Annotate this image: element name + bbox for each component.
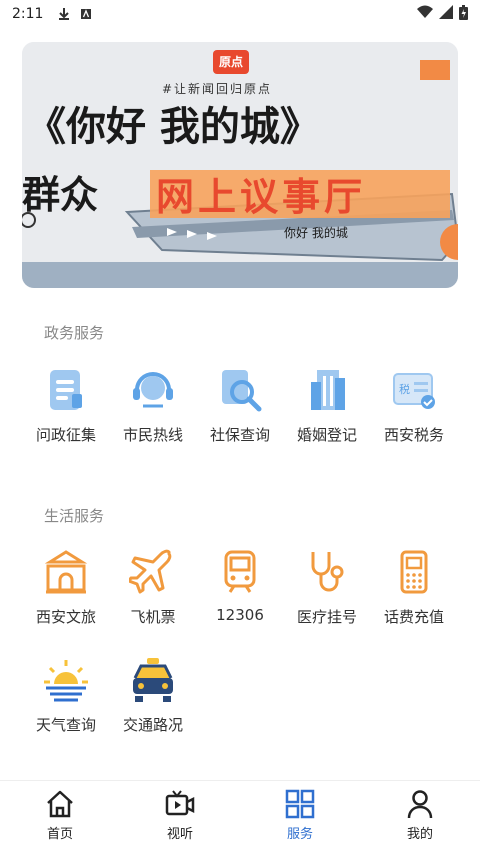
- service-label: 医疗挂号: [296, 608, 357, 626]
- service-label: 12306: [216, 606, 264, 624]
- document-icon: [50, 370, 82, 410]
- promo-banner[interactable]: 原点 #让新闻回归原点 《你好 我的城》 群众 网上议事厅 你好 我的城: [22, 42, 458, 288]
- service-social-security[interactable]: 社保查询: [196, 366, 284, 445]
- user-icon: [407, 790, 433, 819]
- phone-icon: [400, 550, 428, 594]
- svg-text:税: 税: [399, 382, 410, 396]
- battery-icon: [459, 4, 468, 24]
- service-label: 问政征集: [35, 426, 96, 444]
- service-marriage[interactable]: 婚姻登记: [283, 366, 371, 445]
- wifi-icon: [417, 5, 433, 23]
- tab-media[interactable]: 视听: [120, 781, 240, 853]
- banner-highlight: 网上议事厅: [156, 175, 367, 219]
- city-gate-icon: [44, 550, 88, 594]
- tab-label: 服务: [286, 827, 313, 842]
- building-icon: [311, 370, 345, 410]
- service-label: 天气查询: [35, 716, 96, 734]
- status-time: 2:11: [12, 6, 44, 22]
- service-label: 飞机票: [130, 608, 176, 626]
- tab-label: 视听: [166, 827, 193, 842]
- service-label: 话费充值: [383, 608, 444, 626]
- service-traffic[interactable]: 交通路况: [109, 656, 197, 735]
- service-12306[interactable]: 12306: [196, 548, 284, 624]
- tab-home[interactable]: 首页: [0, 781, 120, 853]
- service-label: 交通路况: [122, 716, 183, 734]
- service-label: 西安税务: [383, 426, 444, 444]
- life-section-title: 生活服务: [44, 507, 105, 525]
- sunrise-icon: [44, 660, 88, 702]
- train-icon: [224, 550, 256, 593]
- service-label: 社保查询: [209, 426, 270, 444]
- taxi-icon: [133, 658, 173, 702]
- stethoscope-icon: [311, 552, 344, 592]
- service-tourism[interactable]: 西安文旅: [22, 548, 110, 627]
- search-document-icon: [222, 370, 262, 412]
- signal-icon: [439, 5, 453, 23]
- service-tax[interactable]: 税 西安税务: [370, 366, 458, 445]
- banner-left-text: 群众: [22, 173, 99, 217]
- service-weather[interactable]: 天气查询: [22, 656, 110, 735]
- service-medical[interactable]: 医疗挂号: [283, 548, 371, 627]
- service-label: 西安文旅: [35, 608, 96, 626]
- banner-ship-text: 你好 我的城: [284, 226, 348, 240]
- grid-icon: [285, 789, 315, 819]
- status-bar: 2:11: [0, 0, 480, 28]
- service-flight[interactable]: 飞机票: [109, 548, 197, 627]
- tab-profile[interactable]: 我的: [360, 781, 480, 853]
- app-notification-icon: [79, 7, 93, 21]
- service-label: 市民热线: [122, 426, 183, 444]
- gov-section-title: 政务服务: [44, 324, 105, 342]
- service-hotline[interactable]: 市民热线: [109, 366, 197, 445]
- tab-services[interactable]: 服务: [240, 781, 360, 853]
- tab-label: 首页: [46, 827, 73, 842]
- tab-label: 我的: [406, 827, 433, 842]
- airplane-icon: [129, 549, 172, 594]
- service-label: 婚姻登记: [296, 426, 357, 444]
- tax-card-icon: 税: [393, 373, 435, 409]
- bottom-tab-bar: 首页 视听 服务 我的: [0, 780, 480, 853]
- service-wenzheng[interactable]: 问政征集: [22, 366, 110, 445]
- banner-logo: 原点: [218, 55, 243, 69]
- headset-icon: [133, 372, 173, 408]
- video-icon: [165, 790, 195, 816]
- banner-title: 《你好 我的城》: [26, 104, 320, 150]
- service-phone-topup[interactable]: 话费充值: [370, 548, 458, 627]
- download-icon: [57, 7, 71, 21]
- home-icon: [47, 790, 73, 818]
